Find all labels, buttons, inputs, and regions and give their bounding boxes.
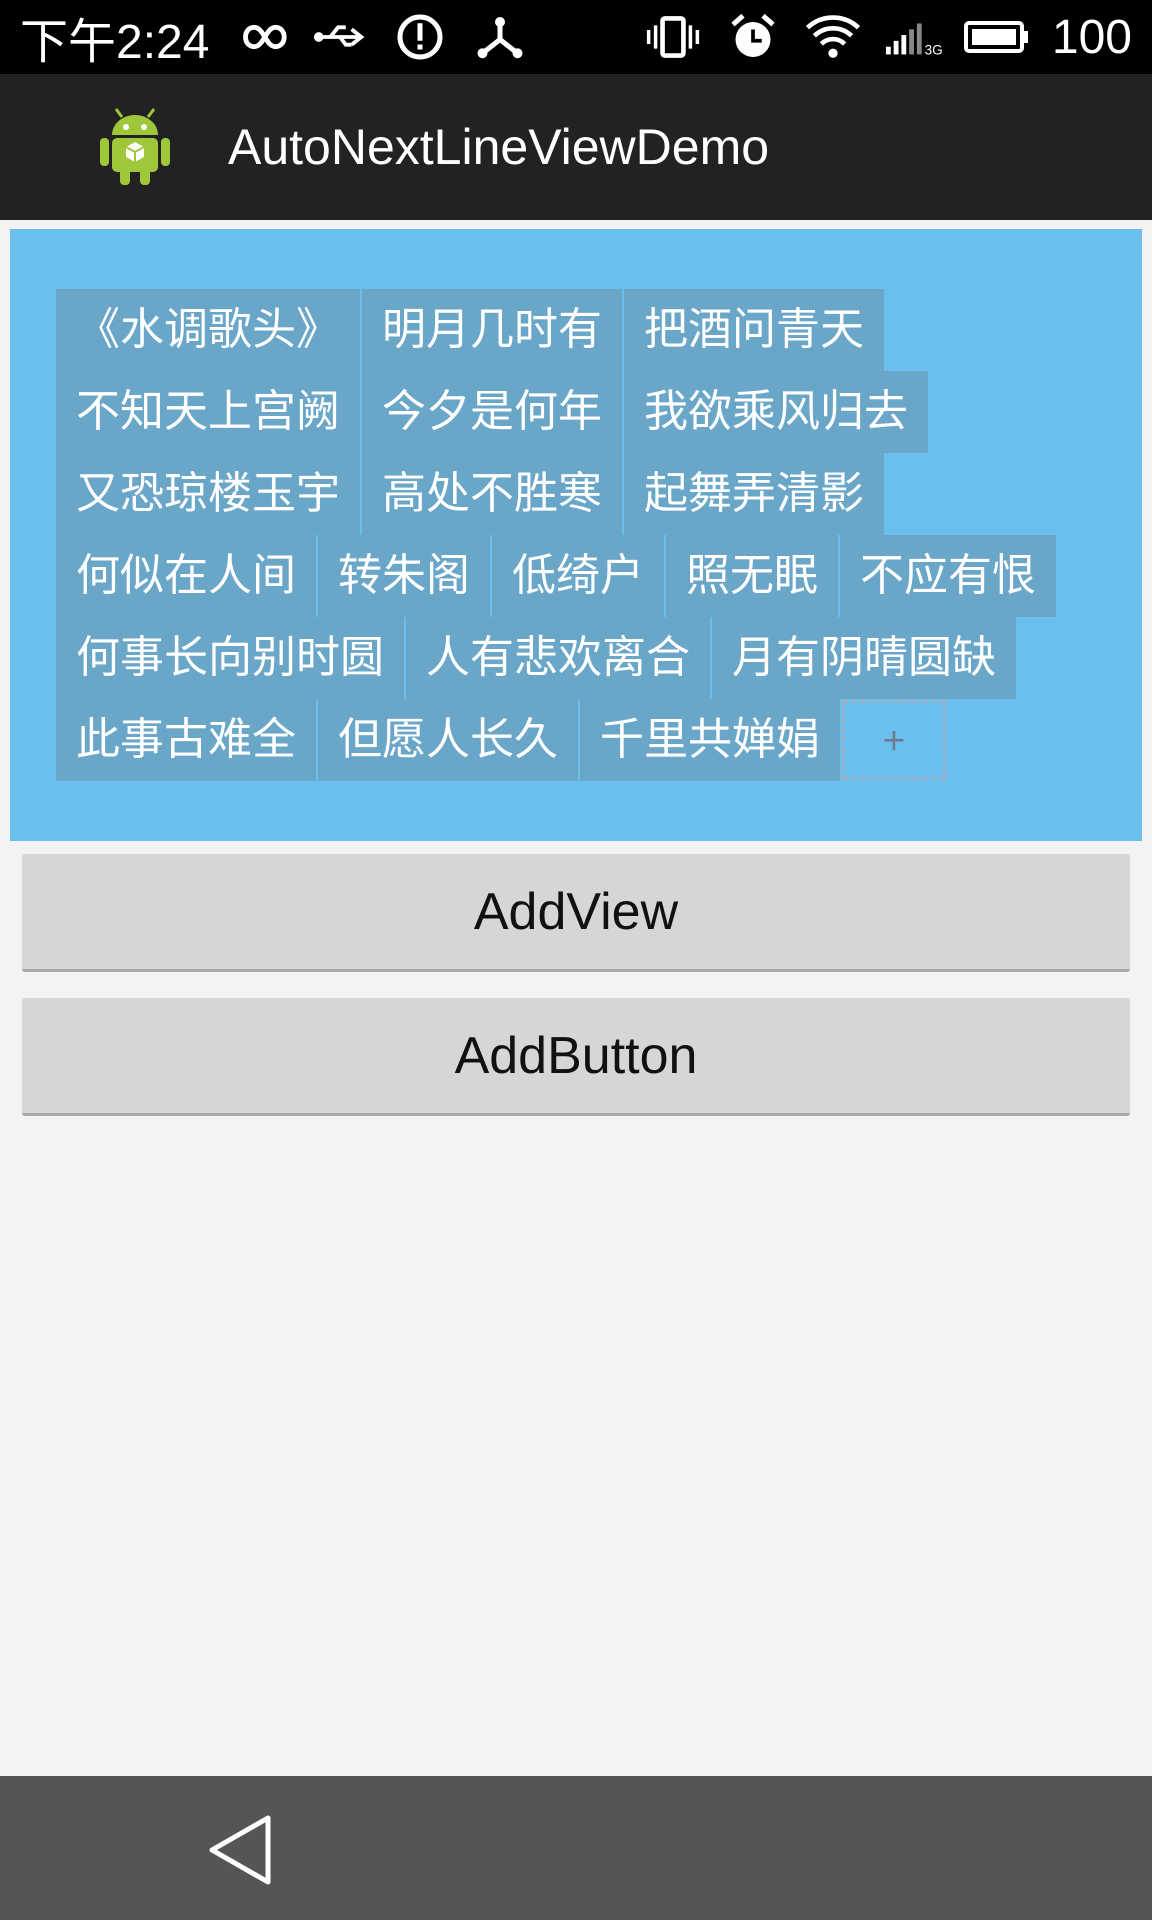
tag[interactable]: 人有悲欢离合 xyxy=(406,617,710,699)
battery-level: 100 xyxy=(1051,10,1132,64)
alert-icon xyxy=(391,12,449,62)
tag[interactable]: 何事长向别时圆 xyxy=(56,617,404,699)
tag[interactable]: 今夕是何年 xyxy=(362,371,622,453)
add-view-button[interactable]: AddView xyxy=(22,854,1130,972)
back-triangle-icon[interactable] xyxy=(206,1814,276,1886)
navigation-bar xyxy=(0,1776,1152,1920)
tag[interactable]: 千里共婵娟 xyxy=(580,699,840,781)
tag[interactable]: 起舞弄清影 xyxy=(624,453,884,535)
action-bar: AutoNextLineViewDemo xyxy=(0,74,1152,220)
app-title: AutoNextLineViewDemo xyxy=(228,119,770,175)
infinity-icon xyxy=(231,12,289,62)
wifi-icon xyxy=(804,12,862,62)
svg-text:3G: 3G xyxy=(925,42,942,57)
tag-row: 何似在人间 转朱阁 低绮户 照无眠 不应有恨 xyxy=(56,535,1142,617)
tag[interactable]: 高处不胜寒 xyxy=(362,453,622,535)
tag[interactable]: 又恐琼楼玉宇 xyxy=(56,453,360,535)
auto-next-line-view: 《水调歌头》 明月几时有 把酒问青天 不知天上宫阙 今夕是何年 我欲乘风归去 又… xyxy=(10,229,1142,841)
tag[interactable]: 月有阴晴圆缺 xyxy=(712,617,1016,699)
tag[interactable]: 把酒问青天 xyxy=(624,289,884,371)
tag[interactable]: 此事古难全 xyxy=(56,699,316,781)
tag-row: 不知天上宫阙 今夕是何年 我欲乘风归去 xyxy=(56,371,1142,453)
vibrate-icon xyxy=(644,12,702,62)
tag[interactable]: 不应有恨 xyxy=(840,535,1056,617)
tag[interactable]: 照无眠 xyxy=(666,535,838,617)
signal-3g-icon: 3G xyxy=(884,12,942,62)
tag-row: 又恐琼楼玉宇 高处不胜寒 起舞弄清影 xyxy=(56,453,1142,535)
tag[interactable]: 低绮户 xyxy=(492,535,664,617)
usb-icon xyxy=(311,12,369,62)
status-time: 下午2:24 xyxy=(20,16,210,69)
status-bar: 下午2:24 3G 100 xyxy=(0,0,1152,74)
tag-row: 《水调歌头》 明月几时有 把酒问青天 xyxy=(56,289,1142,371)
share-icon xyxy=(471,12,529,62)
tag[interactable]: 我欲乘风归去 xyxy=(624,371,928,453)
tag-row: 何事长向别时圆 人有悲欢离合 月有阴晴圆缺 xyxy=(56,617,1142,699)
tag[interactable]: 不知天上宫阙 xyxy=(56,371,360,453)
tag[interactable]: 何似在人间 xyxy=(56,535,316,617)
tag[interactable]: 明月几时有 xyxy=(362,289,622,371)
android-logo-icon xyxy=(98,107,172,187)
alarm-icon xyxy=(724,12,782,62)
tag[interactable]: 转朱阁 xyxy=(318,535,490,617)
tag[interactable]: 但愿人长久 xyxy=(318,699,578,781)
add-tag-button[interactable]: + xyxy=(842,700,946,780)
battery-icon xyxy=(963,12,1030,62)
tag-row: 此事古难全 但愿人长久 千里共婵娟 + xyxy=(56,699,1142,781)
add-button-button[interactable]: AddButton xyxy=(22,998,1130,1116)
tag[interactable]: 《水调歌头》 xyxy=(56,289,360,371)
